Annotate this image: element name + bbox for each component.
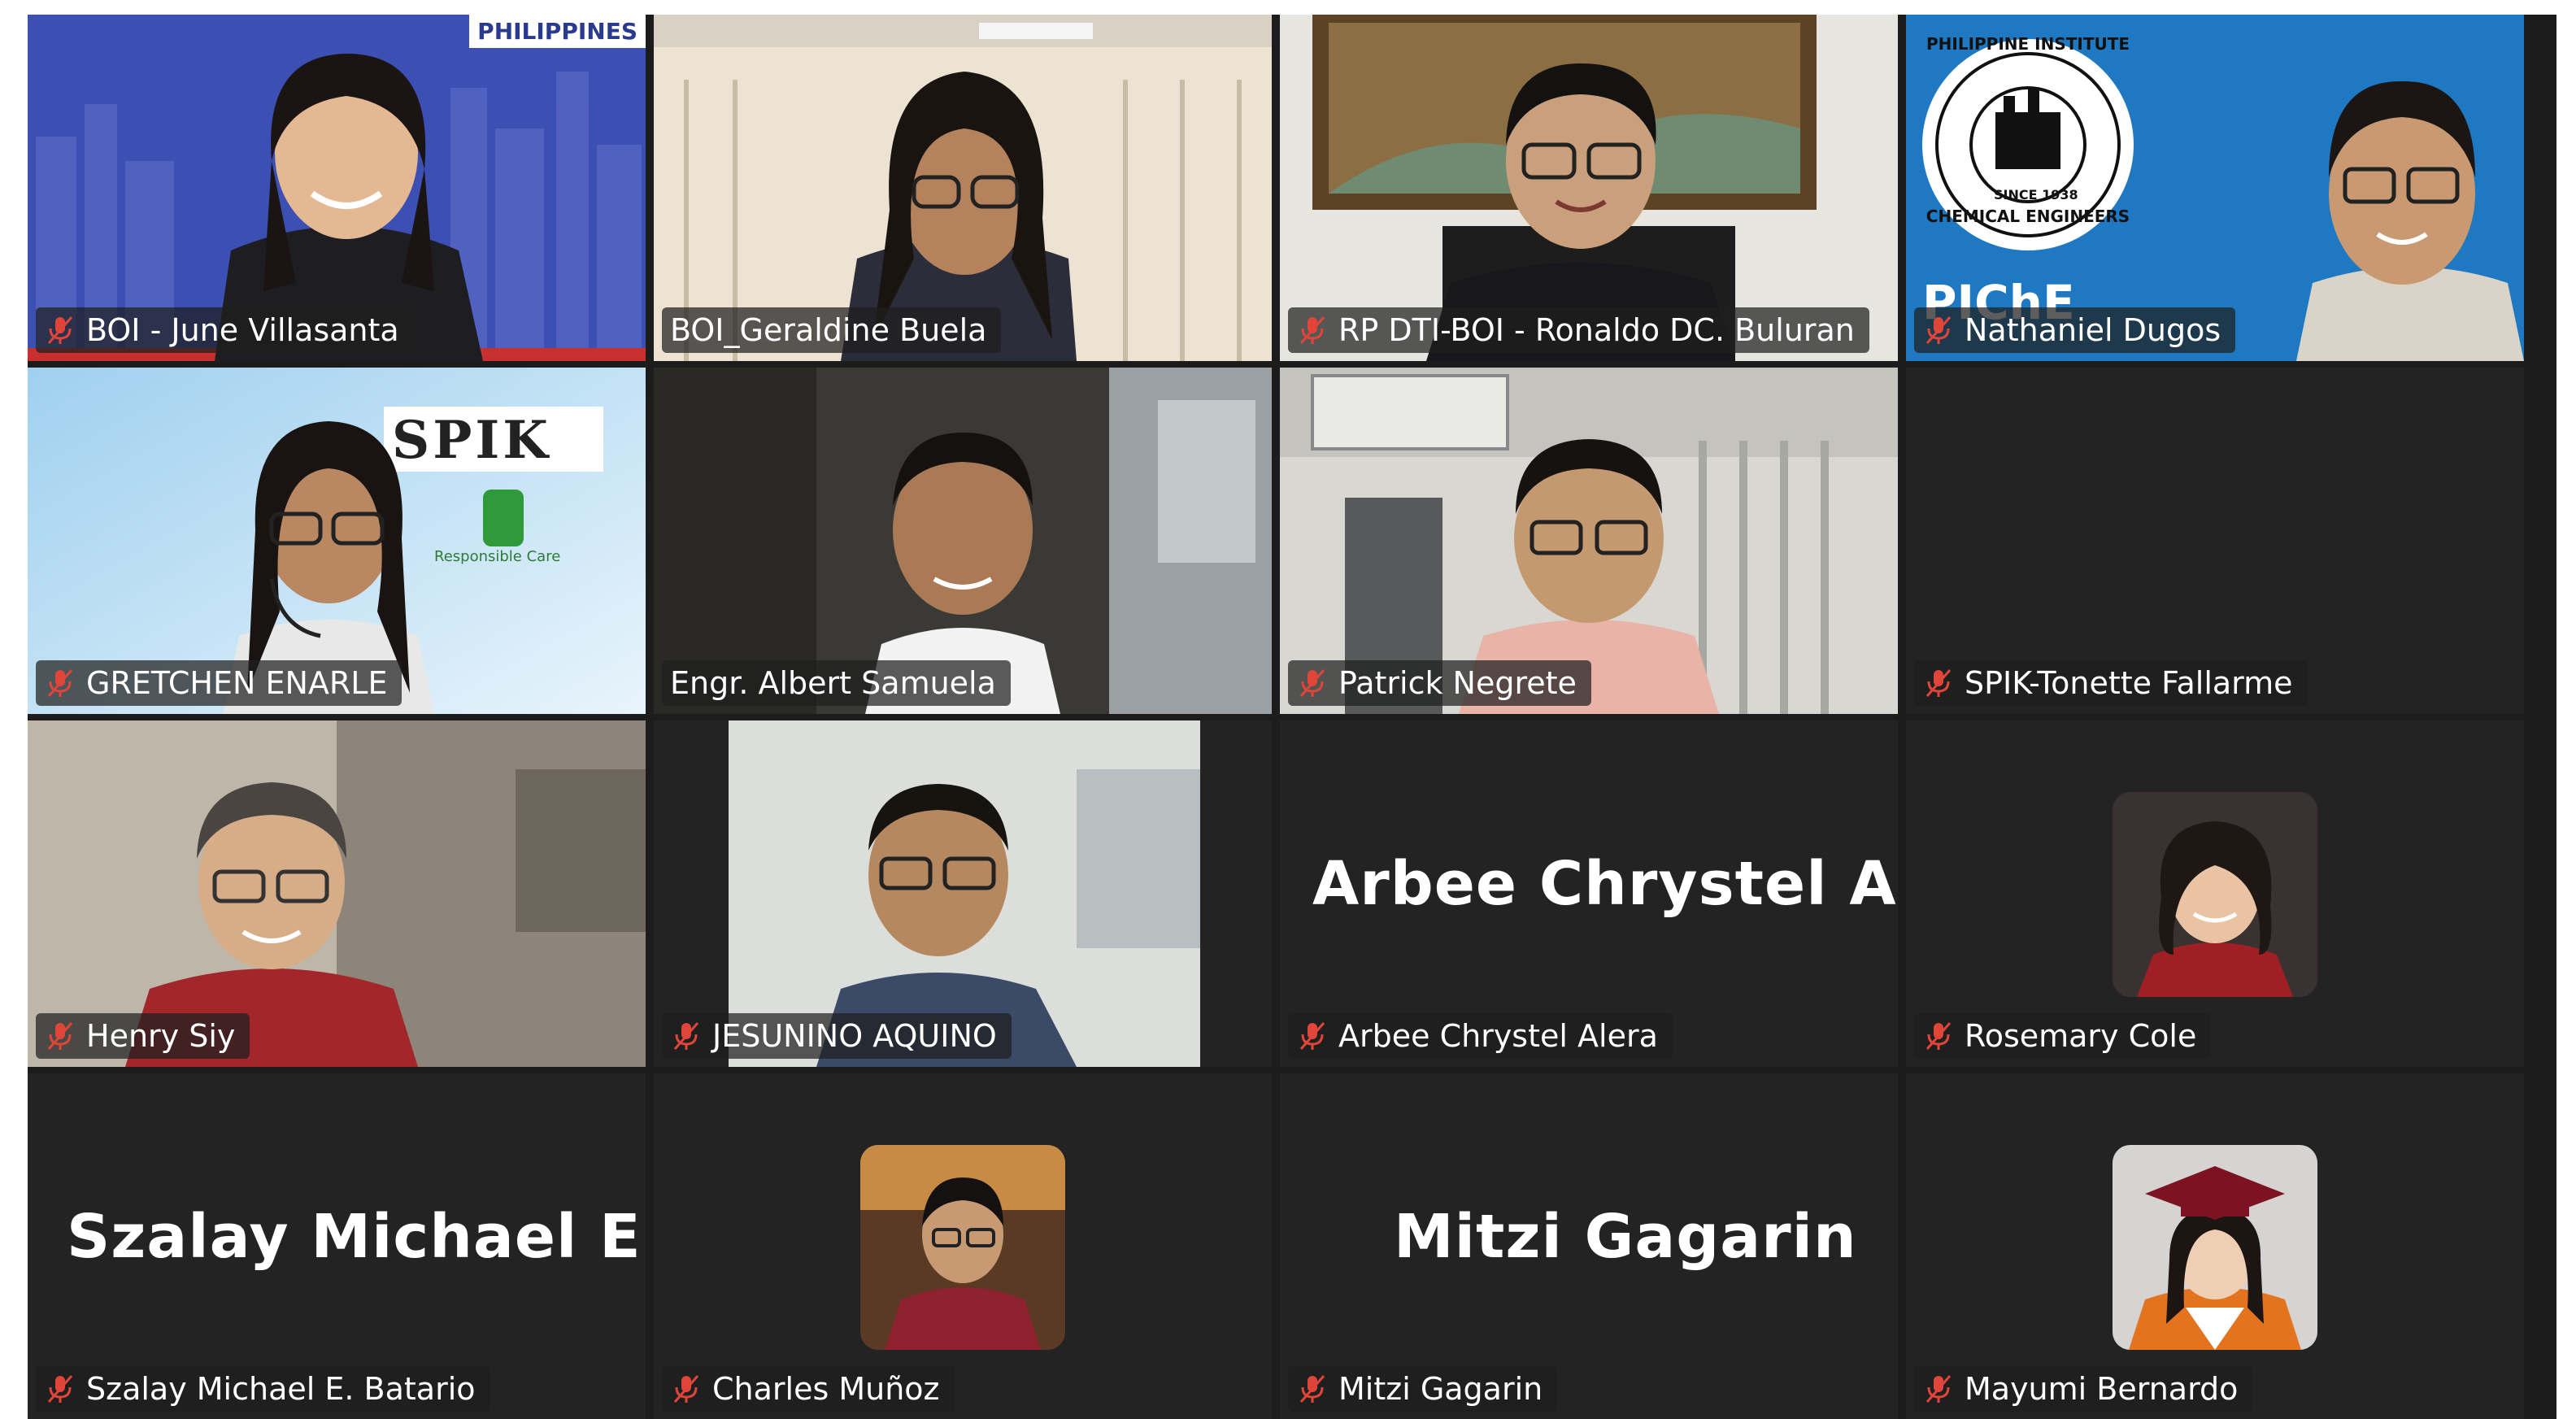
piche-seal-bottom-text: CHEMICAL ENGINEERS <box>1925 207 2130 226</box>
participant-name-tag: BOI_Geraldine Buela <box>662 307 1002 353</box>
participant-name-tag: Patrick Negrete <box>1288 660 1591 706</box>
avatar <box>2113 792 2317 997</box>
participant-tile-june-villasanta[interactable]: PHILIPPINES BOI - June Villasanta <box>28 15 646 361</box>
mic-muted-icon <box>1925 1375 1952 1403</box>
mic-muted-icon <box>1925 316 1952 344</box>
mic-muted-icon <box>47 1375 73 1403</box>
participant-name-tag: Henry Siy <box>36 1013 250 1059</box>
participant-tile-albert-samuela[interactable]: Engr. Albert Samuela <box>654 368 1272 714</box>
participant-name-tag: BOI - June Villasanta <box>36 307 414 353</box>
participant-name-tag: Mayumi Bernardo <box>1914 1366 2253 1412</box>
participant-name-tag: Nathaniel Dugos <box>1914 307 2236 353</box>
participant-tile-mayumi-bernardo[interactable]: Mayumi Bernardo <box>1906 1073 2524 1419</box>
avatar-photo <box>860 1145 1065 1350</box>
participant-name-tag: Arbee Chrystel Alera <box>1288 1013 1673 1059</box>
participant-name: Arbee Chrystel Alera <box>1338 1018 1658 1054</box>
mic-muted-icon <box>673 1375 699 1403</box>
participant-name-tag: SPIK-Tonette Fallarme <box>1914 660 2308 706</box>
participant-name: Mayumi Bernardo <box>1965 1371 2239 1407</box>
participant-name: Henry Siy <box>86 1018 236 1054</box>
participant-name-tag: Mitzi Gagarin <box>1288 1366 1558 1412</box>
spik-logo: SPIK <box>392 410 551 471</box>
participant-name: Nathaniel Dugos <box>1965 312 2221 348</box>
participant-tile-charles-munoz[interactable]: Charles Muñoz <box>654 1073 1272 1419</box>
participant-tile-jesunino-aquino[interactable]: JESUNINO AQUINO <box>654 720 1272 1067</box>
mic-muted-icon <box>1299 1375 1325 1403</box>
participant-tile-szalay-batario[interactable]: Szalay Michael E... Szalay Michael E. Ba… <box>28 1073 646 1419</box>
participant-name: SPIK-Tonette Fallarme <box>1965 665 2293 701</box>
participant-tile-geraldine-buela[interactable]: BOI_Geraldine Buela <box>654 15 1272 361</box>
participant-tile-nathaniel-dugos[interactable]: PHILIPPINE INSTITUTE CHEMICAL ENGINEERS … <box>1906 15 2524 361</box>
participant-name: BOI_Geraldine Buela <box>670 312 987 348</box>
avatar-photo <box>2113 792 2317 997</box>
piche-seal-since-text: SINCE 1938 <box>1994 187 2078 202</box>
participant-tile-mitzi-gagarin[interactable]: Mitzi Gagarin Mitzi Gagarin <box>1280 1073 1898 1419</box>
avatar <box>860 1145 1065 1350</box>
participant-name: RP DTI-BOI - Ronaldo DC. Buluran <box>1338 312 1855 348</box>
participant-name: BOI - June Villasanta <box>86 312 399 348</box>
participant-name: JESUNINO AQUINO <box>712 1018 997 1054</box>
participant-display-name: Mitzi Gagarin <box>1394 1202 1857 1272</box>
participant-name-tag: GRETCHEN ENARLE <box>36 660 402 706</box>
responsible-care-logo: Responsible Care <box>434 548 561 565</box>
avatar-photo <box>2113 1145 2317 1350</box>
mic-muted-icon <box>47 669 73 697</box>
participant-name-tag: Szalay Michael E. Batario <box>36 1366 490 1412</box>
participant-tile-tonette-fallarme[interactable]: SPIK-Tonette Fallarme <box>1906 368 2524 714</box>
participant-name: Patrick Negrete <box>1338 665 1577 701</box>
participant-name: Szalay Michael E. Batario <box>86 1371 476 1407</box>
participant-name-tag: Engr. Albert Samuela <box>662 660 1011 706</box>
participant-tile-patrick-negrete[interactable]: Patrick Negrete <box>1280 368 1898 714</box>
mic-muted-icon <box>1299 1022 1325 1050</box>
participant-name: Charles Muñoz <box>712 1371 940 1407</box>
philippines-banner: PHILIPPINES <box>469 15 646 48</box>
participant-name-tag: Rosemary Cole <box>1914 1013 2212 1059</box>
participant-name-tag: Charles Muñoz <box>662 1366 955 1412</box>
mic-muted-icon <box>1925 669 1952 697</box>
participant-tile-arbee-alera[interactable]: Arbee Chrystel A... Arbee Chrystel Alera <box>1280 720 1898 1067</box>
participant-name: GRETCHEN ENARLE <box>86 665 388 701</box>
participant-name: Mitzi Gagarin <box>1338 1371 1543 1407</box>
mic-muted-icon <box>1299 316 1325 344</box>
video-gallery: PHILIPPINES BOI - June Villasanta BOI_Ge… <box>28 15 2556 1419</box>
mic-muted-icon <box>47 316 73 344</box>
avatar <box>2113 1145 2317 1350</box>
participant-tile-ronaldo-buluran[interactable]: RP DTI-BOI - Ronaldo DC. Buluran <box>1280 15 1898 361</box>
participant-tile-rosemary-cole[interactable]: Rosemary Cole <box>1906 720 2524 1067</box>
participant-display-name: Arbee Chrystel A... <box>1312 849 1898 919</box>
participant-name: Engr. Albert Samuela <box>670 665 996 701</box>
participant-name: Rosemary Cole <box>1965 1018 2197 1054</box>
participant-name-tag: RP DTI-BOI - Ronaldo DC. Buluran <box>1288 307 1869 353</box>
participant-tile-henry-siy[interactable]: Henry Siy <box>28 720 646 1067</box>
participant-display-name: Szalay Michael E... <box>67 1202 646 1272</box>
mic-muted-icon <box>47 1022 73 1050</box>
piche-seal-top-text: PHILIPPINE INSTITUTE <box>1926 34 2130 54</box>
mic-muted-icon <box>1299 669 1325 697</box>
mic-muted-icon <box>673 1022 699 1050</box>
participant-name-tag: JESUNINO AQUINO <box>662 1013 1012 1059</box>
mic-muted-icon <box>1925 1022 1952 1050</box>
participant-tile-gretchen-enarle[interactable]: SPIK Responsible Care GRETCHEN ENARLE <box>28 368 646 714</box>
